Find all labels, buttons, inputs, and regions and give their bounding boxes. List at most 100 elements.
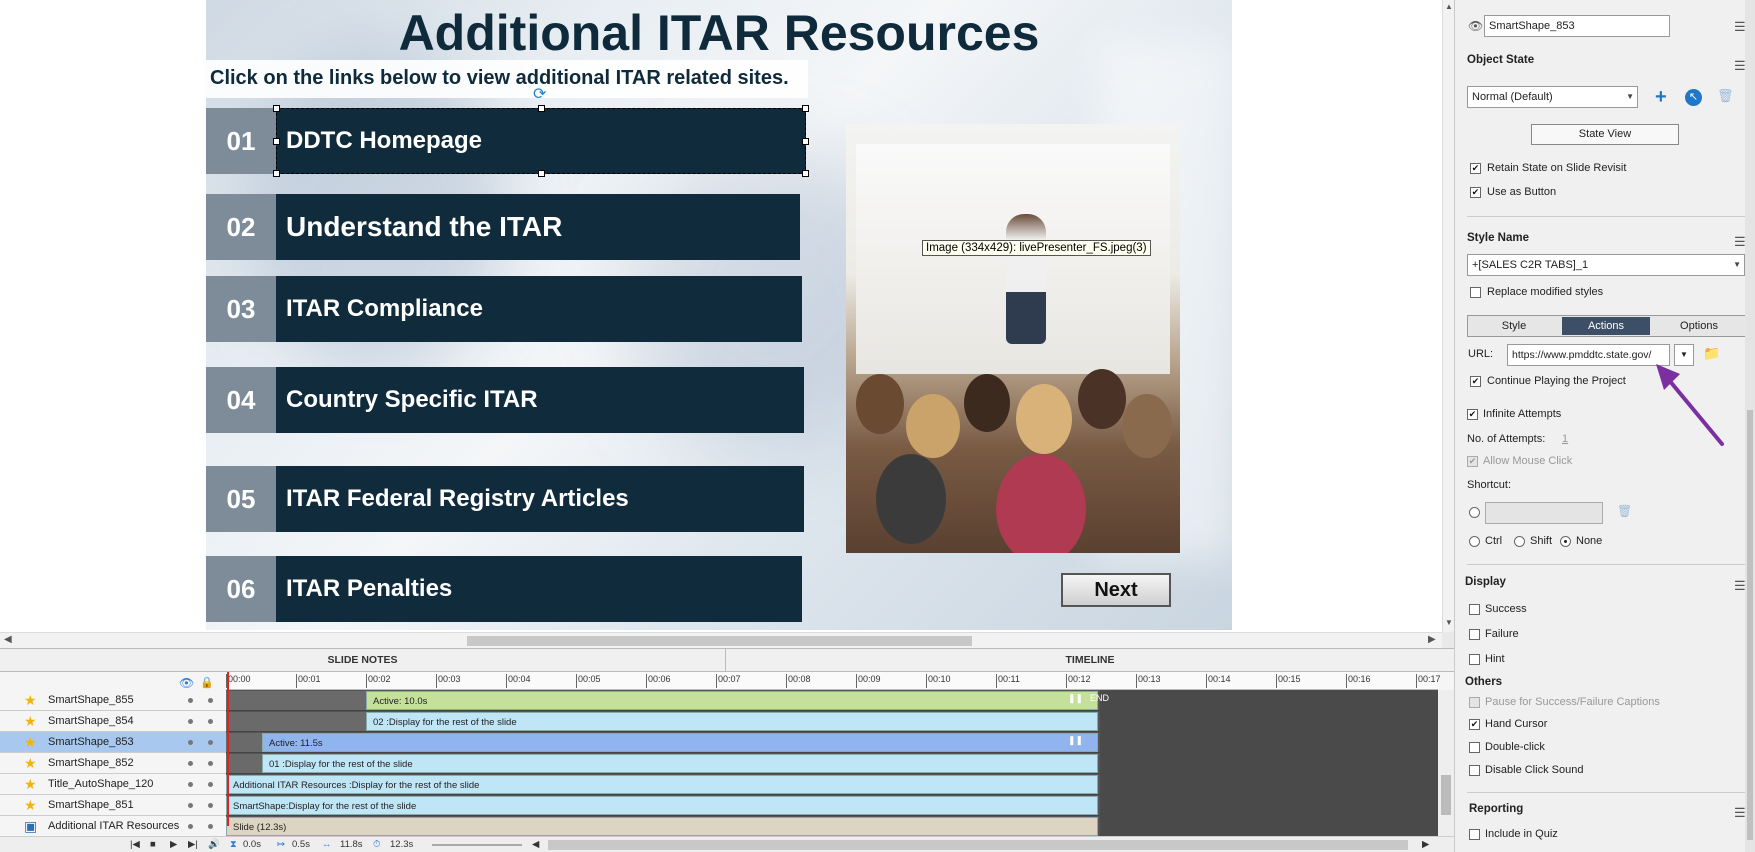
object-state-menu-icon[interactable]: ☰ (1734, 58, 1746, 74)
row-link-button[interactable]: ITAR Penalties (276, 556, 802, 622)
lock-icon[interactable]: 🔒 (200, 676, 214, 689)
scroll-up-icon[interactable]: ▲ (1445, 2, 1453, 11)
playhead[interactable] (227, 672, 229, 826)
scrollbar-thumb[interactable] (467, 636, 972, 646)
layer-visibility-dot[interactable] (188, 761, 193, 766)
double-click-checkbox[interactable] (1469, 742, 1480, 753)
timeline-layer[interactable]: ★ SmartShape_852 (0, 753, 226, 774)
ctrl-radio[interactable] (1469, 536, 1480, 547)
include-quiz-checkbox[interactable] (1469, 829, 1480, 840)
shortcut-input[interactable] (1485, 502, 1603, 524)
pause-marker-icon[interactable]: ❚❚ (1068, 693, 1083, 704)
scrollbar-thumb[interactable] (1441, 775, 1451, 815)
timeline-bar[interactable]: Active: 11.5s (262, 733, 1098, 752)
scroll-down-icon[interactable]: ▼ (1445, 618, 1453, 627)
row-link-button[interactable]: ITAR Federal Registry Articles (276, 466, 804, 532)
layer-visibility-dot[interactable] (188, 782, 193, 787)
success-checkbox[interactable] (1469, 604, 1480, 615)
resize-handle[interactable] (273, 170, 280, 177)
failure-checkbox[interactable] (1469, 629, 1480, 640)
state-dropdown[interactable]: Normal (Default) ▼ (1467, 86, 1638, 108)
next-button[interactable]: Next (1061, 573, 1171, 607)
scroll-right-icon[interactable]: ▶ (1422, 839, 1429, 850)
delete-state-icon[interactable]: 🗑 (1717, 88, 1734, 104)
reporting-menu-icon[interactable]: ☰ (1734, 805, 1746, 821)
add-state-icon[interactable]: + (1655, 86, 1667, 109)
display-menu-icon[interactable]: ☰ (1734, 578, 1746, 594)
continue-playing-checkbox[interactable]: ✔ (1470, 376, 1481, 387)
tab-slide-notes[interactable]: SLIDE NOTES (0, 649, 726, 672)
layer-visibility-dot[interactable] (188, 824, 193, 829)
timeline-layer[interactable]: ★ SmartShape_854 (0, 711, 226, 732)
layer-lock-dot[interactable] (208, 761, 213, 766)
retain-state-checkbox[interactable]: ✔ (1470, 163, 1481, 174)
style-menu-icon[interactable]: ☰ (1734, 234, 1746, 250)
timeline-track[interactable]: SmartShape:Display for the rest of the s… (226, 795, 1438, 816)
slide-subtitle[interactable]: Click on the links below to view additio… (206, 60, 808, 98)
timeline-track[interactable]: Additional ITAR Resources :Display for t… (226, 774, 1438, 795)
shortcut-radio[interactable] (1469, 507, 1480, 518)
scroll-left-icon[interactable]: ◀ (532, 839, 539, 850)
use-as-button-checkbox[interactable]: ✔ (1470, 187, 1481, 198)
timeline-layer[interactable]: ★ SmartShape_855 (0, 690, 226, 711)
style-dropdown[interactable]: +[SALES C2R TABS]_1 ▼ (1467, 254, 1745, 276)
timeline-bar[interactable]: Additional ITAR Resources :Display for t… (226, 775, 1098, 794)
resize-handle[interactable] (802, 138, 809, 145)
timeline-bar[interactable]: SmartShape:Display for the rest of the s… (226, 796, 1098, 815)
timeline-bar[interactable]: 01 :Display for the rest of the slide (262, 754, 1098, 773)
layer-lock-dot[interactable] (208, 782, 213, 787)
zoom-slider[interactable] (432, 844, 522, 846)
none-radio[interactable] (1560, 536, 1571, 547)
presenter-image[interactable] (846, 124, 1180, 553)
timeline-track[interactable]: 01 :Display for the rest of the slide (226, 753, 1438, 774)
stage-horizontal-scrollbar[interactable]: ◀ ▶ (0, 632, 1442, 648)
eye-icon[interactable]: 👁 (179, 676, 194, 690)
tab-actions[interactable]: Actions (1562, 317, 1650, 335)
row-link-button[interactable]: ITAR Compliance (276, 276, 802, 342)
row-link-button[interactable]: Understand the ITAR (276, 194, 800, 260)
resize-handle[interactable] (538, 170, 545, 177)
timeline-bar[interactable]: Slide (12.3s) (226, 817, 1098, 836)
audio-icon[interactable]: 🔊 (208, 839, 220, 850)
selection-box[interactable] (273, 105, 809, 177)
infinite-attempts-checkbox[interactable]: ✔ (1467, 409, 1478, 420)
stage-vertical-scrollbar[interactable]: ▲ ▼ (1442, 0, 1454, 632)
tab-options[interactable]: Options (1652, 316, 1746, 336)
edit-state-icon[interactable]: ↖ (1685, 89, 1702, 106)
layer-visibility-dot[interactable] (188, 803, 193, 808)
timeline-ruler[interactable]: 00:00 00:01 00:02 00:03 00:04 00:05 00:06 00:07… (226, 672, 1441, 690)
replace-styles-checkbox[interactable] (1470, 287, 1481, 298)
timeline-layer[interactable]: ★ SmartShape_851 (0, 795, 226, 816)
object-name-field[interactable]: SmartShape_853 (1484, 15, 1670, 37)
timeline-vertical-scrollbar[interactable] (1438, 690, 1454, 852)
layer-visibility-dot[interactable] (188, 740, 193, 745)
layer-lock-dot[interactable] (208, 824, 213, 829)
layer-lock-dot[interactable] (208, 719, 213, 724)
disable-sound-checkbox[interactable] (1469, 765, 1480, 776)
timeline-horizontal-scrollbar[interactable] (548, 840, 1408, 850)
shift-radio[interactable] (1514, 536, 1525, 547)
resize-handle[interactable] (273, 138, 280, 145)
scroll-left-icon[interactable]: ◀ (4, 634, 12, 645)
last-frame-icon[interactable]: ▶| (188, 839, 198, 850)
layer-lock-dot[interactable] (208, 803, 213, 808)
timeline-layer[interactable]: ★ Title_AutoShape_120 (0, 774, 226, 795)
row-link-button[interactable]: Country Specific ITAR (276, 367, 804, 433)
panel-menu-icon[interactable]: ☰ (1734, 19, 1746, 35)
allow-mouse-checkbox[interactable]: ✔ (1467, 456, 1478, 467)
visibility-eye-icon[interactable]: 👁 (1468, 19, 1483, 33)
url-input[interactable]: https://www.pmddtc.state.gov/ (1507, 344, 1670, 366)
resize-handle[interactable] (273, 105, 280, 112)
scrollbar-thumb[interactable] (1747, 410, 1753, 840)
timeline-track[interactable]: 02 :Display for the rest of the slide (226, 711, 1438, 732)
slide-title[interactable]: Additional ITAR Resources (206, 4, 1232, 62)
pause-marker-icon[interactable]: ❚❚ (1068, 735, 1083, 746)
hint-checkbox[interactable] (1469, 654, 1480, 665)
timeline-track[interactable]: Active: 11.5s ❚❚ (226, 732, 1438, 753)
layer-lock-dot[interactable] (208, 698, 213, 703)
play-icon[interactable]: ▶ (170, 839, 177, 850)
timeline-bar[interactable]: Active: 10.0s (366, 691, 1098, 710)
timeline-track[interactable]: Slide (12.3s) (226, 816, 1438, 837)
pause-captions-checkbox[interactable] (1469, 697, 1480, 708)
state-view-button[interactable]: State View (1531, 124, 1679, 145)
